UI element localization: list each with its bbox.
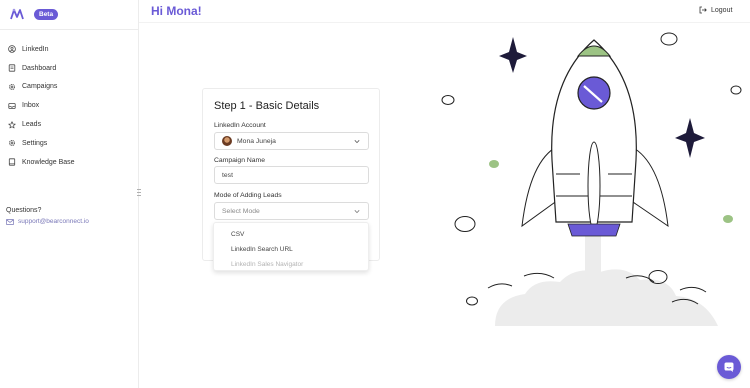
mode-option-linkedin-sales-navigator: LinkedIn Sales Navigator	[231, 261, 304, 268]
sidebar-item-settings[interactable]: Settings	[8, 134, 75, 153]
step-title: Step 1 - Basic Details	[214, 100, 320, 112]
sidebar: Beta LinkedIn Dashboard Campaigns Inbox	[0, 0, 139, 388]
chat-icon	[724, 362, 734, 372]
sidebar-item-inbox[interactable]: Inbox	[8, 96, 75, 115]
questions-label: Questions?	[6, 207, 42, 214]
sidebar-item-label: Settings	[22, 139, 48, 147]
campaign-name-input[interactable]: test	[214, 166, 369, 184]
sidebar-item-label: Dashboard	[22, 64, 57, 72]
mode-label: Mode of Adding Leads	[214, 192, 282, 199]
sidebar-item-dashboard[interactable]: Dashboard	[8, 59, 75, 78]
support-email-text: support@bearconnect.io	[18, 218, 89, 225]
rocket-window	[577, 76, 611, 110]
document-icon	[8, 64, 16, 72]
chevron-down-icon	[354, 140, 360, 144]
rocket-illustration	[441, 32, 742, 326]
mode-select[interactable]: Select Mode	[214, 202, 369, 220]
gear-icon	[9, 140, 15, 147]
linkedin-account-select[interactable]: Mona Juneja	[214, 132, 369, 150]
chevron-down-icon	[354, 210, 360, 214]
star-decoration	[499, 37, 527, 73]
avatar	[222, 136, 232, 146]
sidebar-item-label: LinkedIn	[22, 45, 49, 53]
mode-placeholder: Select Mode	[222, 207, 260, 215]
support-email-link[interactable]: support@bearconnect.io	[6, 218, 89, 225]
smoke-cloud	[495, 269, 718, 326]
linkedin-account-value: Mona Juneja	[237, 137, 276, 145]
sidebar-divider	[0, 29, 139, 30]
inbox-icon	[8, 102, 16, 109]
user-circle-icon	[8, 45, 16, 54]
sidebar-item-label: Campaigns	[22, 83, 58, 91]
beta-badge: Beta	[34, 8, 59, 20]
star-decoration	[675, 118, 705, 158]
sidebar-item-linkedin[interactable]: LinkedIn	[8, 40, 75, 59]
gear-icon	[9, 83, 15, 90]
mail-icon	[6, 218, 14, 225]
logout-label: Logout	[711, 6, 733, 14]
sidebar-item-knowledge-base[interactable]: Knowledge Base	[8, 153, 75, 172]
book-icon	[8, 158, 16, 166]
mode-option-linkedin-search-url[interactable]: LinkedIn Search URL	[214, 242, 368, 257]
sidebar-item-label: Inbox	[22, 102, 40, 110]
sidebar-nav: LinkedIn Dashboard Campaigns Inbox Leads…	[8, 40, 75, 172]
sidebar-collapse-handle[interactable]	[137, 189, 141, 196]
logout-button[interactable]: Logout	[699, 6, 732, 14]
linkedin-account-label: LinkedIn Account	[214, 122, 266, 129]
mode-option-csv[interactable]: CSV	[214, 227, 368, 242]
sidebar-item-leads[interactable]: Leads	[8, 115, 75, 134]
logout-icon	[699, 6, 707, 14]
campaign-name-value: test	[222, 171, 233, 179]
sidebar-item-label: Knowledge Base	[22, 158, 75, 166]
sidebar-item-label: Leads	[22, 121, 42, 129]
rocket-nozzle	[567, 223, 621, 237]
page-greeting: Hi Mona!	[151, 4, 202, 18]
rocket-nose	[576, 45, 612, 57]
sidebar-item-campaigns[interactable]: Campaigns	[8, 78, 75, 97]
brand: Beta	[10, 7, 59, 21]
star-icon	[8, 120, 16, 128]
campaign-name-label: Campaign Name	[214, 157, 265, 164]
chat-widget-button[interactable]	[717, 355, 741, 379]
app-root: Beta LinkedIn Dashboard Campaigns Inbox	[0, 0, 750, 388]
mode-dropdown-menu: CSV LinkedIn Search URL LinkedIn Sales N…	[213, 222, 369, 271]
bearconnect-logo[interactable]	[10, 8, 24, 20]
